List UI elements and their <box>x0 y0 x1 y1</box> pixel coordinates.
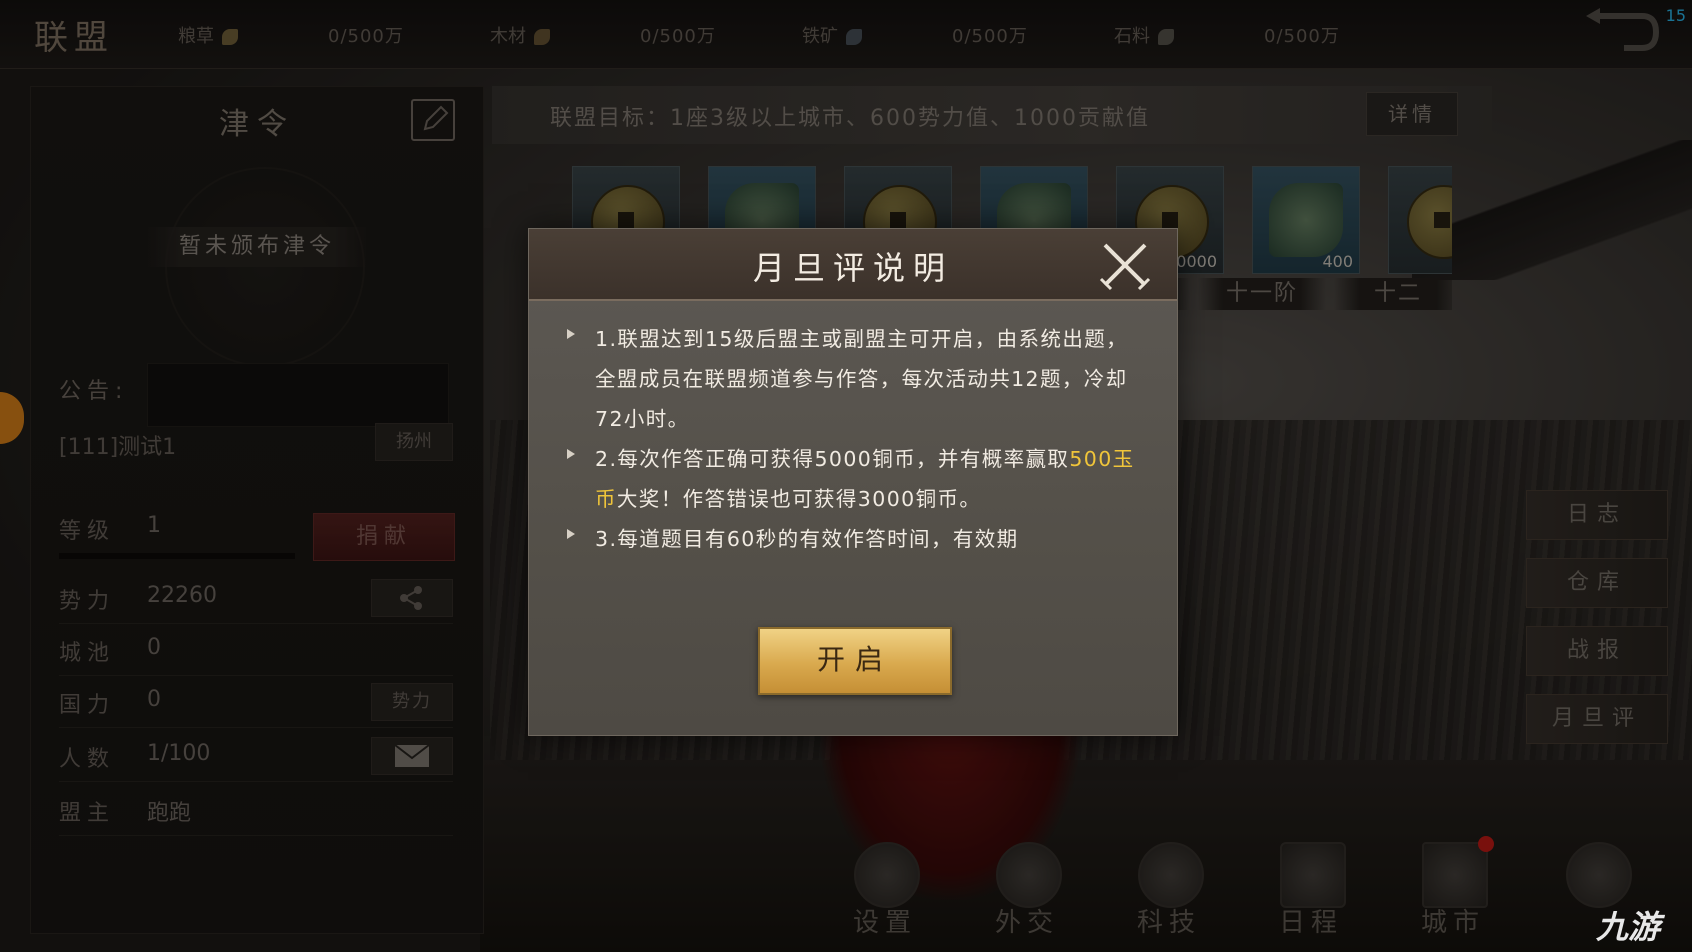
rule-paragraph-3: 3.每道题目有60秒的有效作答时间，有效期 <box>565 519 1145 559</box>
rule-text: 3.每道题目有60秒的有效作答时间，有效期 <box>595 527 1019 551</box>
close-swords-icon[interactable] <box>1099 239 1151 291</box>
rule-paragraph-2: 2.每次作答正确可获得5000铜币，并有概率赢取500玉币大奖！作答错误也可获得… <box>565 439 1145 519</box>
rule-text: 大奖！作答错误也可获得3000铜币。 <box>616 487 982 511</box>
bullet-icon <box>567 329 575 339</box>
rule-text: 2.每次作答正确可获得5000铜币，并有概率赢取 <box>595 447 1070 471</box>
dialog-body: 1.联盟达到15级后盟主或副盟主可开启，由系统出题，全盟成员在联盟频道参与作答，… <box>565 319 1145 559</box>
rule-paragraph-1: 1.联盟达到15级后盟主或副盟主可开启，由系统出题，全盟成员在联盟频道参与作答，… <box>565 319 1145 439</box>
watermark-logo: 九游 <box>1596 908 1661 946</box>
monthly-review-dialog: 月旦评说明 1.联盟达到15级后盟主或副盟主可开启，由系统出题，全盟成员在联盟频… <box>528 228 1178 736</box>
dialog-header: 月旦评说明 <box>529 229 1177 301</box>
bullet-icon <box>567 449 575 459</box>
rule-text: 1.联盟达到15级后盟主或副盟主可开启，由系统出题，全盟成员在联盟频道参与作答，… <box>595 327 1129 431</box>
dialog-title: 月旦评说明 <box>752 249 953 287</box>
bullet-icon <box>567 529 575 539</box>
open-button[interactable]: 开启 <box>758 627 952 695</box>
